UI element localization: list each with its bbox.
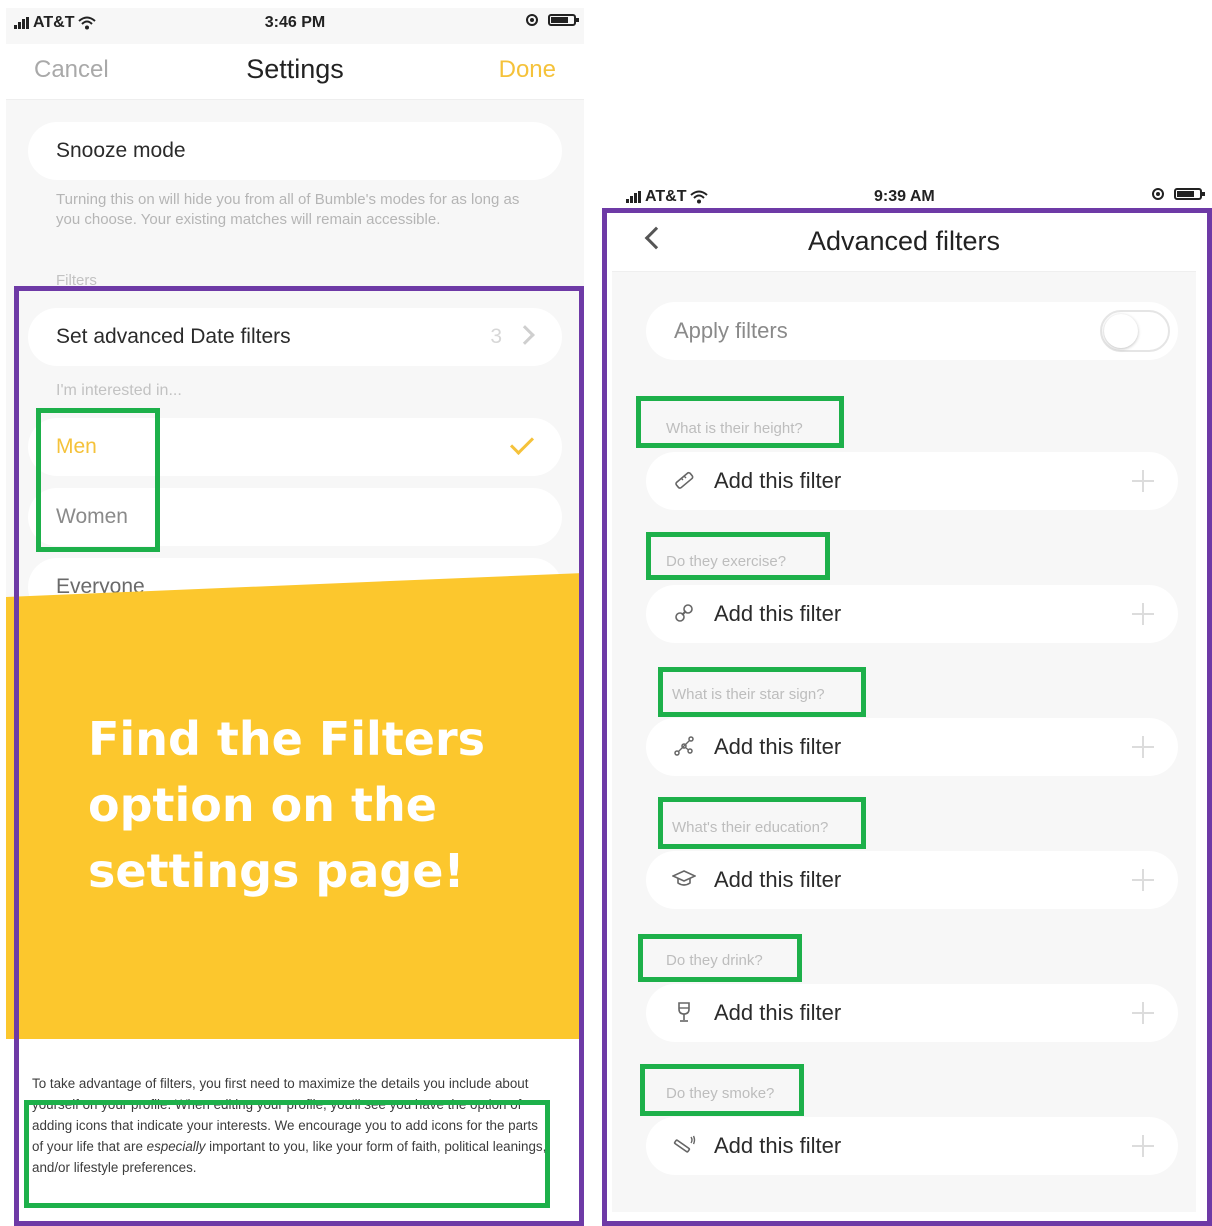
star-sign-question-highlight — [658, 667, 866, 717]
rotation-lock-icon — [1152, 188, 1164, 200]
drink-question-highlight — [638, 934, 802, 982]
battery-icon — [548, 14, 579, 26]
wifi-icon — [690, 190, 709, 204]
exercise-question-highlight — [646, 532, 830, 580]
snooze-mode-label: Snooze mode — [56, 139, 186, 162]
height-question-highlight — [636, 396, 844, 448]
settings-nav-bar: Cancel Settings Done — [6, 44, 584, 100]
done-button[interactable]: Done — [499, 56, 556, 84]
snooze-mode-row[interactable]: Snooze mode — [28, 122, 562, 180]
smoke-question-highlight — [640, 1064, 804, 1116]
carrier-group: AT&T — [626, 188, 709, 206]
carrier-label: AT&T — [645, 188, 687, 205]
education-question-highlight — [658, 797, 866, 849]
status-right — [1152, 188, 1205, 200]
status-bar: AT&T 9:39 AM — [606, 182, 1212, 208]
page-title: Settings — [246, 54, 344, 84]
status-bar: AT&T 3:46 PM — [6, 8, 584, 38]
battery-icon — [1174, 188, 1205, 200]
signal-icon — [626, 191, 641, 203]
caption-highlight — [24, 1100, 550, 1208]
rotation-lock-icon — [526, 14, 538, 26]
status-time: 3:46 PM — [264, 14, 326, 31]
status-right — [526, 14, 579, 26]
snooze-description: Turning this on will hide you from all o… — [56, 191, 520, 228]
status-time: 9:39 AM — [874, 188, 935, 205]
gender-options-highlight — [36, 408, 160, 552]
